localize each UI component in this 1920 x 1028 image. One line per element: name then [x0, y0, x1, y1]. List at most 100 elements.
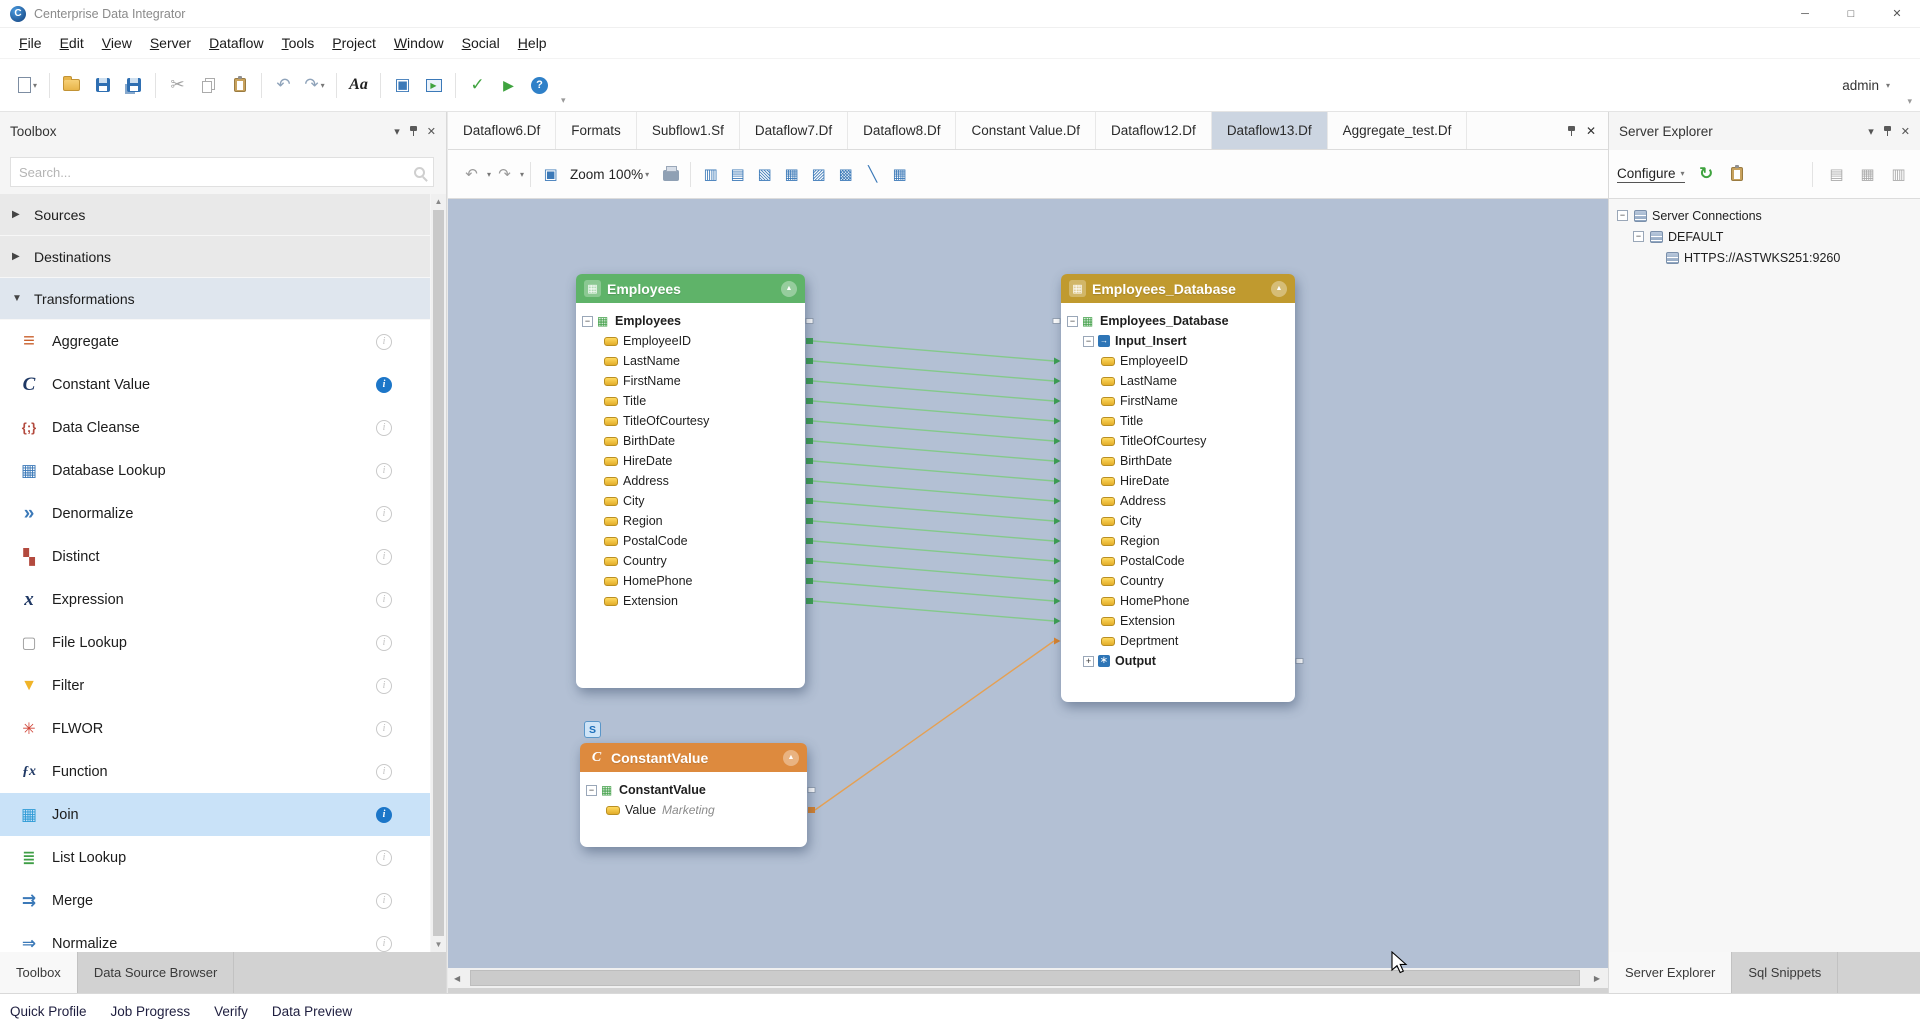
table-browse-icon[interactable]: ▤ [1824, 162, 1849, 187]
menu-file[interactable]: File [10, 35, 51, 51]
close-panel-icon[interactable]: ✕ [1901, 125, 1910, 138]
footer-tab-toolbox[interactable]: Toolbox [0, 952, 78, 993]
field-row-root[interactable]: −▦Employees_Database [1061, 311, 1295, 331]
run-dataflow-button[interactable]: ▶ [495, 72, 522, 99]
footer-tab-data-source-browser[interactable]: Data Source Browser [78, 952, 235, 993]
field-row-hiredate[interactable]: HireDate [576, 451, 805, 471]
info-icon[interactable]: i [376, 334, 392, 350]
field-row-lastname[interactable]: LastName [576, 351, 805, 371]
new-document-button[interactable]: ▾ [14, 72, 41, 99]
info-icon[interactable]: i [376, 377, 392, 393]
minimize-icon[interactable]: ─ [1782, 0, 1828, 27]
arrange-horizontal-icon[interactable]: ▥ [698, 162, 723, 187]
tab-subflow1-sf[interactable]: Subflow1.Sf [637, 112, 740, 149]
collapse-node-icon[interactable]: ▲ [781, 281, 797, 297]
field-row-hiredate[interactable]: HireDate [1061, 471, 1295, 491]
toolbar-overflow-icon[interactable]: ▾ [561, 95, 566, 106]
pin-icon[interactable] [1883, 125, 1892, 137]
chevron-down-icon[interactable]: ▾ [1868, 125, 1874, 138]
collapse-node-icon[interactable]: ▲ [1271, 281, 1287, 297]
toolbox-item-denormalize[interactable]: »Denormalizei [0, 492, 430, 535]
field-row-firstname[interactable]: FirstName [576, 371, 805, 391]
status-item-verify[interactable]: Verify [214, 1004, 248, 1019]
align-middle-icon[interactable]: ▩ [833, 162, 858, 187]
toolbox-item-aggregate[interactable]: ≡Aggregatei [0, 320, 430, 363]
toolbox-item-database-lookup[interactable]: ▦Database Lookupi [0, 449, 430, 492]
collapse-tree-icon[interactable]: − [1083, 336, 1094, 347]
info-icon[interactable]: i [376, 850, 392, 866]
draw-link-icon[interactable]: ╲ [860, 162, 885, 187]
align-center-icon[interactable]: ▦ [779, 162, 804, 187]
close-icon[interactable]: ✕ [1874, 0, 1920, 27]
tab-constant-value-df[interactable]: Constant Value.Df [956, 112, 1096, 149]
arrange-vertical-icon[interactable]: ▤ [725, 162, 750, 187]
info-icon[interactable]: i [376, 549, 392, 565]
node-employees-database[interactable]: ▦Employees_Database▲−▦Employees_Database… [1061, 274, 1295, 702]
table-schema-icon[interactable]: ▥ [1886, 162, 1911, 187]
tab-aggregate-test-df[interactable]: Aggregate_test.Df [1328, 112, 1468, 149]
info-icon[interactable]: i [376, 592, 392, 608]
maximize-icon[interactable]: □ [1828, 0, 1874, 27]
copy-button[interactable] [195, 72, 222, 99]
pin-tab-icon[interactable] [1567, 125, 1576, 137]
server-tree-item-server-connections[interactable]: −Server Connections [1609, 205, 1920, 226]
zoom-select[interactable]: 100%▾ [609, 167, 650, 182]
align-right-icon[interactable]: ▨ [806, 162, 831, 187]
toolbar-overflow-icon[interactable]: ▾ [1907, 96, 1912, 107]
field-row-firstname[interactable]: FirstName [1061, 391, 1295, 411]
chevron-down-icon[interactable]: ▾ [394, 125, 400, 138]
help-button[interactable]: ? [526, 72, 553, 99]
field-row-lastname[interactable]: LastName [1061, 371, 1295, 391]
info-icon[interactable]: i [376, 506, 392, 522]
redo-icon[interactable]: ↷ [492, 162, 517, 187]
refresh-icon[interactable]: ↻ [1694, 162, 1719, 187]
field-row-title[interactable]: Title [1061, 411, 1295, 431]
collapse-tree-icon[interactable]: − [586, 785, 597, 796]
undo-button[interactable]: ↶ [270, 72, 297, 99]
field-row-titleofcourtesy[interactable]: TitleOfCourtesy [576, 411, 805, 431]
field-row-postalcode[interactable]: PostalCode [1061, 551, 1295, 571]
close-panel-icon[interactable]: ✕ [427, 125, 436, 138]
undo-icon[interactable]: ↶ [459, 162, 484, 187]
toolbox-section-destinations[interactable]: ▶Destinations [0, 236, 430, 278]
menu-window[interactable]: Window [385, 35, 453, 51]
toolbox-item-list-lookup[interactable]: ≣List Lookupi [0, 836, 430, 879]
field-row-city[interactable]: City [576, 491, 805, 511]
scroll-right-icon[interactable]: ▶ [1594, 968, 1600, 988]
node-employees[interactable]: ▦Employees▲−▦EmployeesEmployeeIDLastName… [576, 274, 805, 688]
status-item-data-preview[interactable]: Data Preview [272, 1004, 352, 1019]
server-tree-item-https-astwks251-9260[interactable]: HTTPS://ASTWKS251:9260 [1609, 247, 1920, 268]
show-grid-icon[interactable]: ▦ [887, 162, 912, 187]
server-tree-item-default[interactable]: −DEFAULT [1609, 226, 1920, 247]
scroll-down-icon[interactable]: ▼ [431, 940, 446, 949]
tab-dataflow6-df[interactable]: Dataflow6.Df [448, 112, 556, 149]
menu-dataflow[interactable]: Dataflow [200, 35, 272, 51]
verify-dataflow-button[interactable]: ✓ [464, 72, 491, 99]
configure-button[interactable]: Configure▾ [1617, 166, 1685, 183]
field-row-birthdate[interactable]: BirthDate [1061, 451, 1295, 471]
tab-formats[interactable]: Formats [556, 112, 637, 149]
field-row-region[interactable]: Region [576, 511, 805, 531]
field-row-value[interactable]: ValueMarketing [580, 800, 807, 820]
info-icon[interactable]: i [376, 936, 392, 952]
node-constantvalue[interactable]: CConstantValue▲−▦ConstantValueValueMarke… [580, 743, 807, 847]
pin-icon[interactable] [409, 125, 418, 137]
font-options-button[interactable]: Aa [345, 72, 372, 99]
scroll-up-icon[interactable]: ▲ [431, 197, 446, 206]
open-button[interactable] [58, 72, 85, 99]
table-data-icon[interactable]: ▦ [1855, 162, 1880, 187]
field-row-city[interactable]: City [1061, 511, 1295, 531]
cut-button[interactable]: ✂ [164, 72, 191, 99]
field-row-address[interactable]: Address [1061, 491, 1295, 511]
search-input[interactable] [19, 165, 414, 180]
paste-sql-button[interactable] [1725, 162, 1750, 187]
field-row-root[interactable]: −▦Employees [576, 311, 805, 331]
toolbox-item-filter[interactable]: ▼Filteri [0, 664, 430, 707]
preview-dataflow-button[interactable]: ▣ [389, 72, 416, 99]
menu-tools[interactable]: Tools [273, 35, 324, 51]
field-row-extension[interactable]: Extension [1061, 611, 1295, 631]
scrollbar-thumb[interactable] [470, 970, 1580, 986]
field-row-employeeid[interactable]: EmployeeID [1061, 351, 1295, 371]
toolbox-item-distinct[interactable]: ▚Distincti [0, 535, 430, 578]
tab-dataflow7-df[interactable]: Dataflow7.Df [740, 112, 848, 149]
